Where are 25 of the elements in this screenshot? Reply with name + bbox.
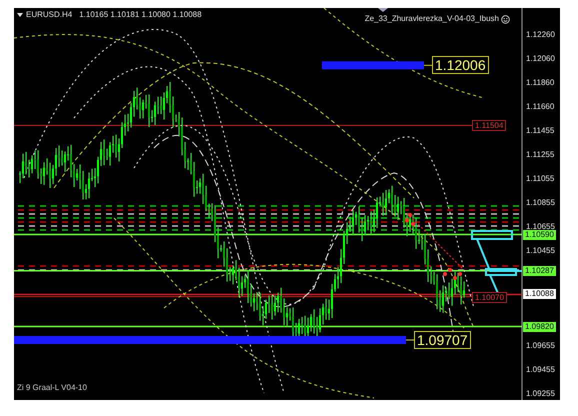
price-tick: 1.10855 (526, 198, 555, 208)
price-tick: 1.11455 (526, 126, 554, 136)
price-marker: 1.10287 (523, 266, 556, 276)
indicator-label: Ze_33_Zhuravlerezka_V-04-03_Ibush (364, 13, 499, 25)
price-tick: 1.09455 (526, 365, 555, 376)
price-marker: 1.10088 (523, 289, 556, 300)
price-tick: 1.11860 (526, 78, 554, 88)
price-tick: 1.09655 (526, 341, 555, 352)
price-tick: 1.09255 (526, 389, 555, 399)
price-tick: 1.10655 (526, 222, 555, 231)
price-marker: 1.09820 (523, 322, 556, 332)
price-tick: 1.12060 (526, 54, 555, 64)
symbol-label: EURUSD.H4 (26, 9, 72, 21)
price-tick: 1.10455 (526, 246, 555, 256)
price-line-label: 1.11504 (472, 120, 506, 132)
price-tick: 1.12260 (526, 30, 555, 40)
quote-label: 1.10165 1.10181 1.10080 1.10088 (79, 9, 202, 21)
price-marker: 1.10590 (523, 230, 556, 240)
price-tick: 1.11055 (526, 174, 554, 184)
price-line-label: 1.10070 (472, 292, 507, 303)
target-price-label: 1.09707 (414, 331, 471, 349)
price-tick: 1.11255 (526, 150, 554, 160)
price-tick: 1.11660 (526, 102, 554, 112)
footer-label: Zi 9 Graal-L V04-10 (17, 382, 87, 394)
target-price-label: 1.12006 (432, 56, 489, 74)
